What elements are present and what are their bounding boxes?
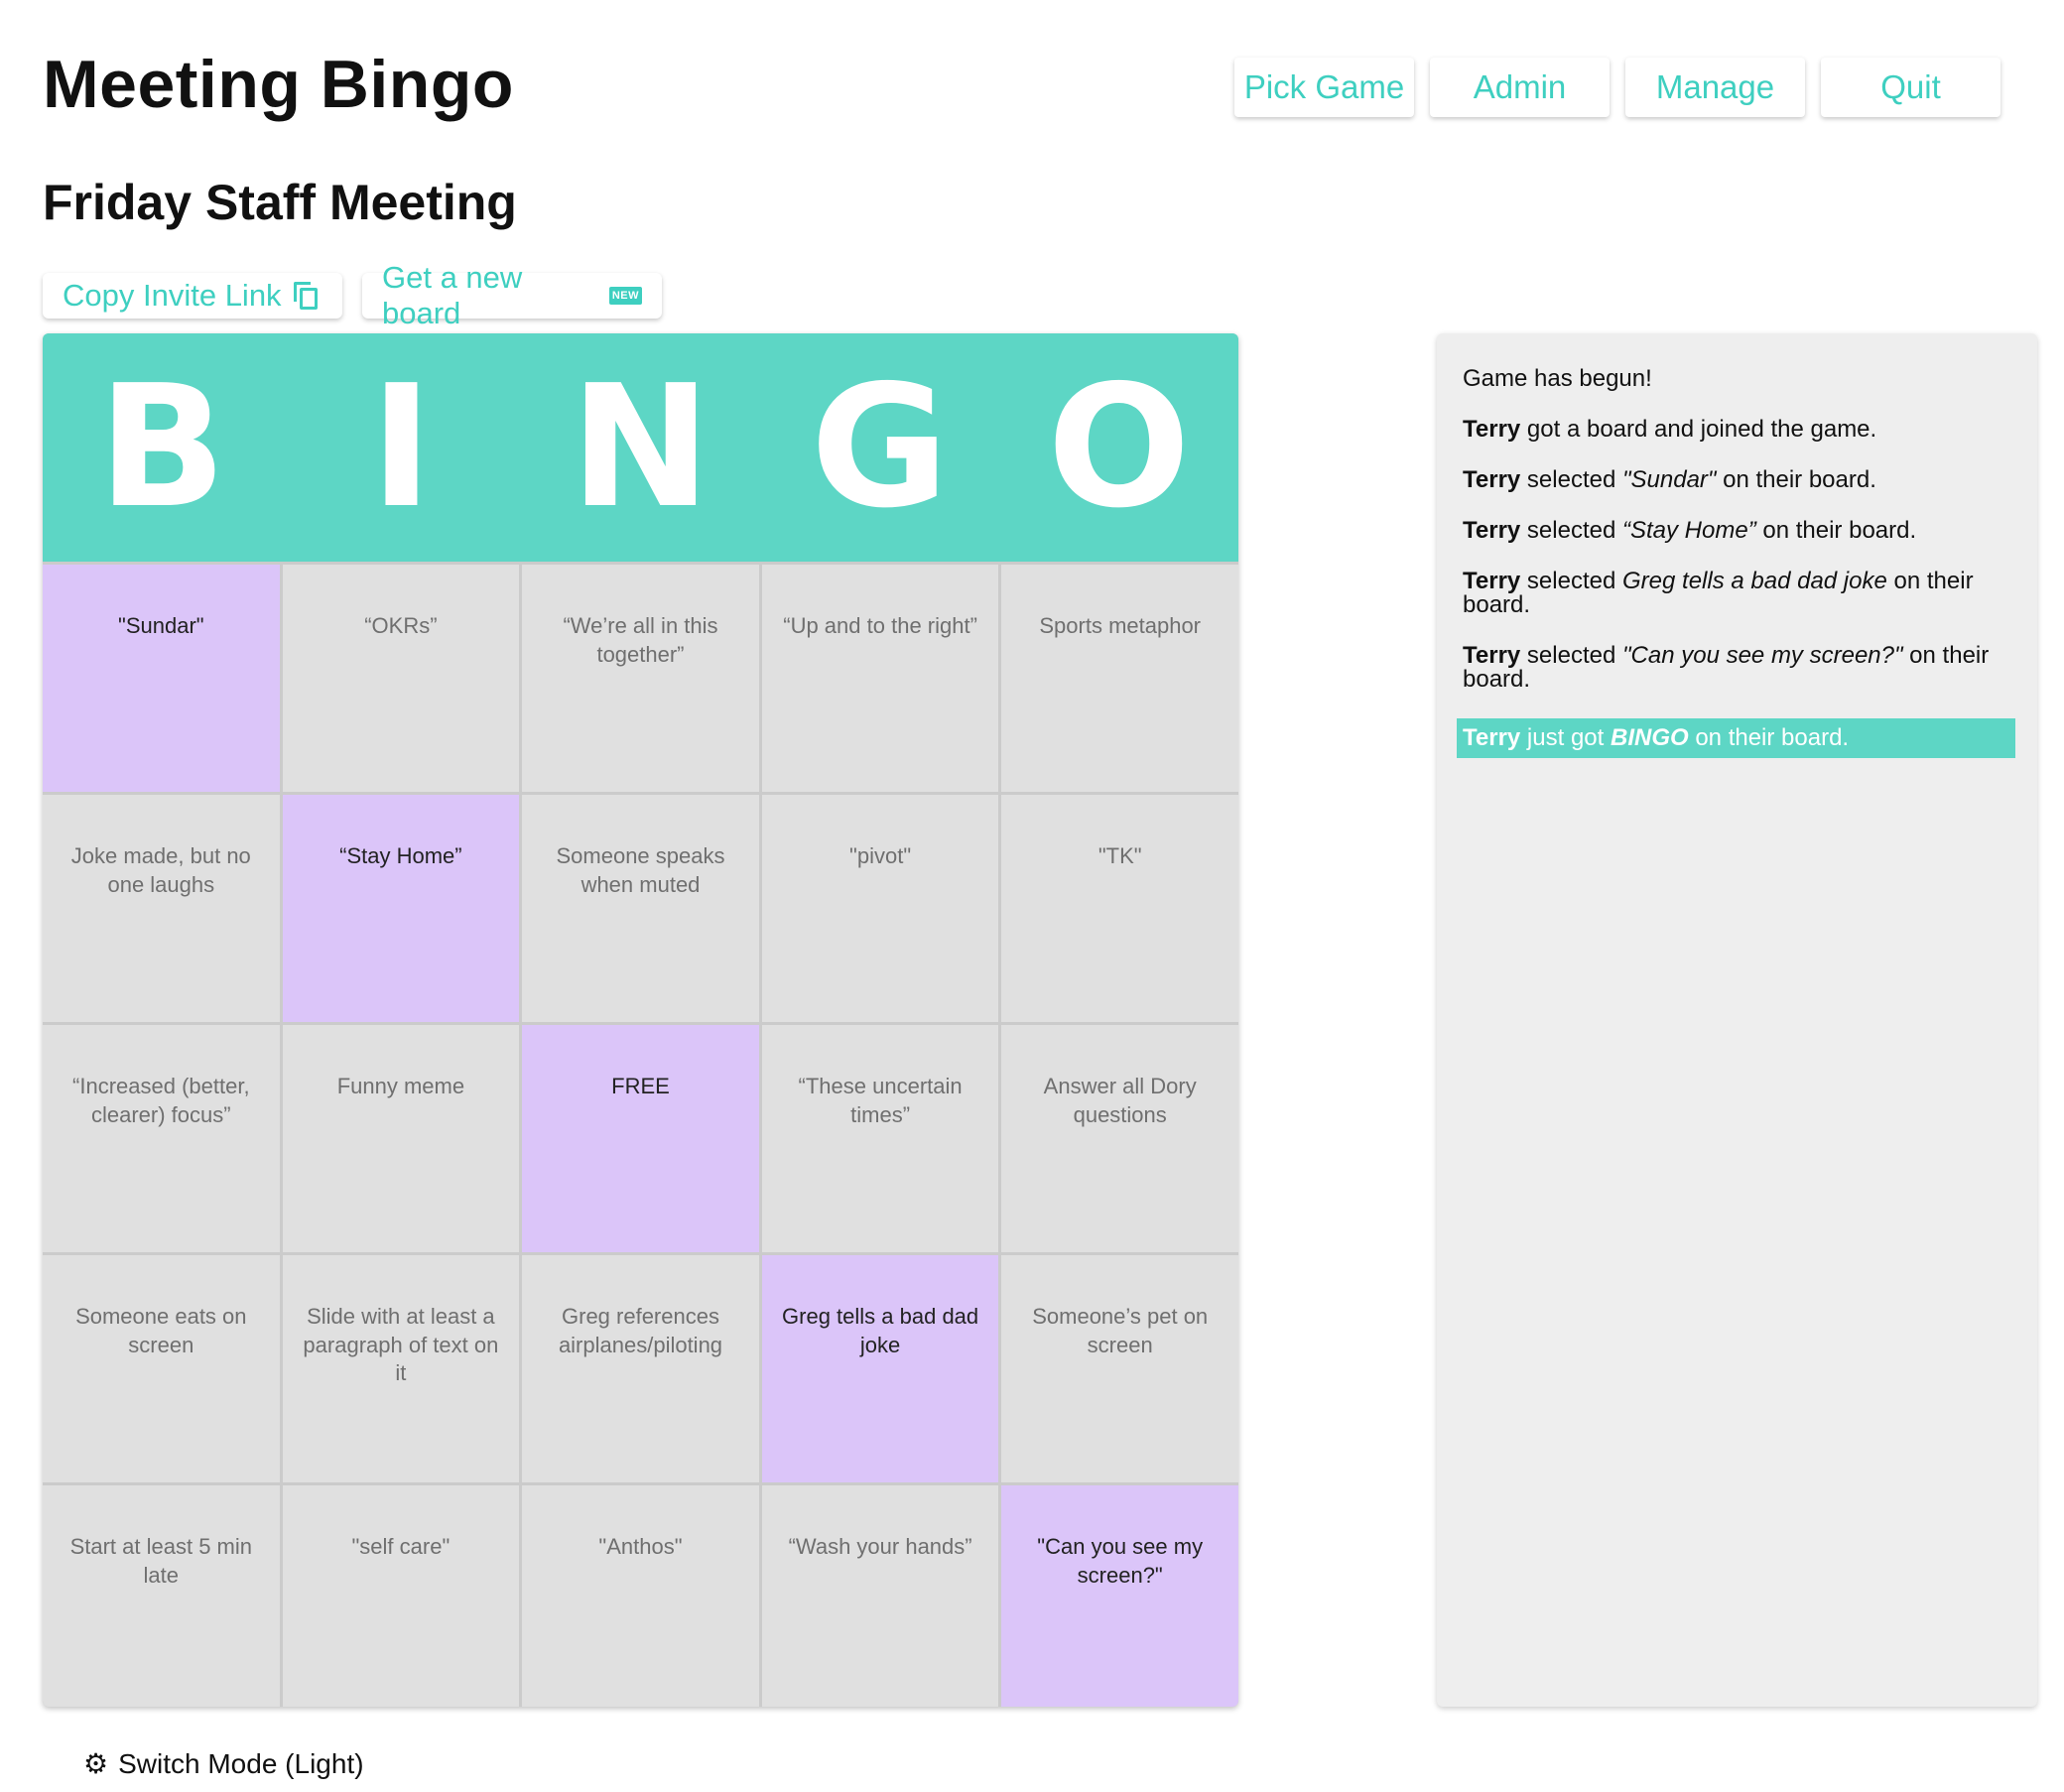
app-title: Meeting Bingo bbox=[43, 47, 514, 122]
log-entry: Terry selected Greg tells a bad dad joke… bbox=[1463, 568, 1974, 618]
log-entry: Game has begun! bbox=[1463, 365, 1652, 392]
bingo-cell[interactable]: Greg references airplanes/piloting bbox=[522, 1255, 759, 1482]
bingo-cell[interactable]: "Can you see my screen?" bbox=[1001, 1485, 1238, 1707]
log-entry: Terry selected "Sundar" on their board. bbox=[1463, 466, 1876, 493]
log-entry: Terry got a board and joined the game. bbox=[1463, 416, 1877, 443]
bingo-cell[interactable]: Slide with at least a paragraph of text … bbox=[282, 1255, 520, 1482]
admin-button[interactable]: Admin bbox=[1430, 58, 1610, 117]
bingo-cell[interactable]: Someone eats on screen bbox=[43, 1255, 280, 1482]
bingo-cell[interactable]: Someone’s pet on screen bbox=[1001, 1255, 1238, 1482]
log-entry-bingo: Terry just got BINGO on their board. bbox=[1457, 718, 2015, 758]
bingo-letter: I bbox=[369, 349, 434, 546]
bingo-cell[interactable]: Sports metaphor bbox=[1001, 565, 1238, 792]
bingo-letter: B bbox=[97, 349, 227, 546]
copy-invite-link-button[interactable]: Copy Invite Link bbox=[43, 273, 342, 319]
bingo-cell[interactable]: Joke made, but no one laughs bbox=[43, 795, 280, 1022]
pick-game-button[interactable]: Pick Game bbox=[1234, 58, 1414, 117]
activity-log: Game has begun! Terry got a board and jo… bbox=[1437, 333, 2037, 1707]
bingo-cell[interactable]: Answer all Dory questions bbox=[1001, 1025, 1238, 1252]
copy-invite-link-label: Copy Invite Link bbox=[63, 278, 282, 313]
bingo-letter: O bbox=[1047, 349, 1191, 546]
quit-button[interactable]: Quit bbox=[1821, 58, 2000, 117]
log-entry: Terry selected “Stay Home” on their boar… bbox=[1463, 517, 1917, 544]
bingo-cell[interactable]: Start at least 5 min late bbox=[43, 1485, 280, 1707]
get-new-board-label: Get a new board bbox=[382, 260, 523, 330]
log-entry: Terry selected "Can you see my screen?" … bbox=[1463, 642, 1990, 693]
get-new-board-button[interactable]: Get a new board NEW bbox=[362, 260, 662, 330]
new-badge-icon: NEW bbox=[608, 287, 642, 305]
bingo-cell[interactable]: “Increased (better, clearer) focus” bbox=[43, 1025, 280, 1252]
bingo-cell[interactable]: "Sundar" bbox=[43, 565, 280, 792]
bingo-cell[interactable]: Funny meme bbox=[282, 1025, 520, 1252]
bingo-cell[interactable]: “These uncertain times” bbox=[761, 1025, 999, 1252]
switch-mode-label: Switch Mode (Light) bbox=[118, 1748, 364, 1779]
bingo-cell[interactable]: Someone speaks when muted bbox=[522, 795, 759, 1022]
bingo-cell[interactable]: FREE bbox=[522, 1025, 759, 1252]
game-title: Friday Staff Meeting bbox=[43, 175, 517, 230]
bingo-cell[interactable]: "Anthos" bbox=[522, 1485, 759, 1707]
bingo-cell[interactable]: “Wash your hands” bbox=[761, 1485, 999, 1707]
board-actions: Copy Invite Link Get a new board NEW bbox=[43, 260, 662, 330]
bingo-letter: N bbox=[570, 349, 711, 546]
bingo-letter: G bbox=[810, 349, 950, 546]
bingo-cell[interactable]: “OKRs” bbox=[282, 565, 520, 792]
copy-icon bbox=[293, 282, 320, 310]
bingo-cell[interactable]: "pivot" bbox=[761, 795, 999, 1022]
bingo-cell[interactable]: "self care" bbox=[282, 1485, 520, 1707]
bingo-header: B I N G O bbox=[43, 333, 1238, 562]
bingo-cell[interactable]: "TK" bbox=[1001, 795, 1238, 1022]
bingo-cell[interactable]: Greg tells a bad dad joke bbox=[761, 1255, 999, 1482]
manage-button[interactable]: Manage bbox=[1625, 58, 1805, 117]
bingo-cell[interactable]: “We’re all in this together” bbox=[522, 565, 759, 792]
bingo-cell[interactable]: “Stay Home” bbox=[282, 795, 520, 1022]
bingo-board: B I N G O "Sundar" “OKRs” “We’re all in th… bbox=[43, 333, 1238, 1707]
bingo-grid: "Sundar" “OKRs” “We’re all in this togethe… bbox=[43, 562, 1238, 1707]
gear-icon: ⚙ bbox=[83, 1748, 109, 1779]
top-nav: Pick Game Admin Manage Quit bbox=[1234, 58, 2000, 117]
switch-mode-button[interactable]: ⚙ Switch Mode (Light) bbox=[83, 1748, 364, 1780]
bingo-cell[interactable]: “Up and to the right” bbox=[761, 565, 999, 792]
